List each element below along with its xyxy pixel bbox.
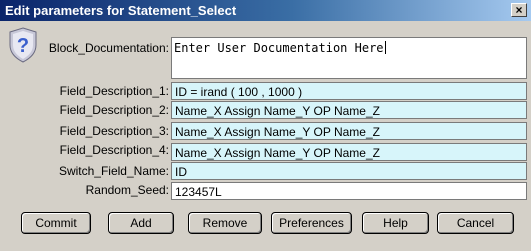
switch-field-name-label: Switch_Field_Name: <box>58 164 169 178</box>
commit-button[interactable]: Commit <box>21 212 91 234</box>
random-seed-label: Random_Seed: <box>85 183 169 197</box>
add-button[interactable]: Add <box>108 212 174 234</box>
help-button[interactable]: Help <box>362 212 429 234</box>
preferences-button[interactable]: Preferences <box>271 212 352 234</box>
block-documentation-value: Enter User Documentation Here <box>174 41 384 55</box>
field-description-1-input[interactable]: ID = irand ( 100 , 1000 ) <box>171 82 527 100</box>
field-description-2-label: Field_Description_2: <box>59 103 169 117</box>
remove-button[interactable]: Remove <box>188 212 262 234</box>
field-description-3-input[interactable]: Name_X Assign Name_Y OP Name_Z <box>171 122 527 140</box>
cancel-button[interactable]: Cancel <box>437 212 514 234</box>
block-documentation-textarea[interactable]: Enter User Documentation Here <box>171 37 527 79</box>
field-description-3-label: Field_Description_3: <box>59 124 169 138</box>
field-description-1-label: Field_Description_1: <box>59 84 169 98</box>
field-description-4-label: Field_Description_4: <box>59 143 169 157</box>
switch-field-name-input[interactable]: ID <box>171 162 527 180</box>
text-caret <box>384 41 386 54</box>
window-title: Edit parameters for Statement_Select <box>5 3 237 18</box>
close-button[interactable]: × <box>511 3 527 17</box>
title-bar[interactable]: Edit parameters for Statement_Select × <box>0 0 531 21</box>
block-documentation-label: Block_Documentation: <box>48 41 169 55</box>
random-seed-input[interactable]: 123457L <box>171 182 527 200</box>
dialog-window: Edit parameters for Statement_Select × ?… <box>0 0 531 251</box>
field-description-2-input[interactable]: Name_X Assign Name_Y OP Name_Z <box>171 101 527 119</box>
field-description-4-input[interactable]: Name_X Assign Name_Y OP Name_Z <box>171 143 527 161</box>
